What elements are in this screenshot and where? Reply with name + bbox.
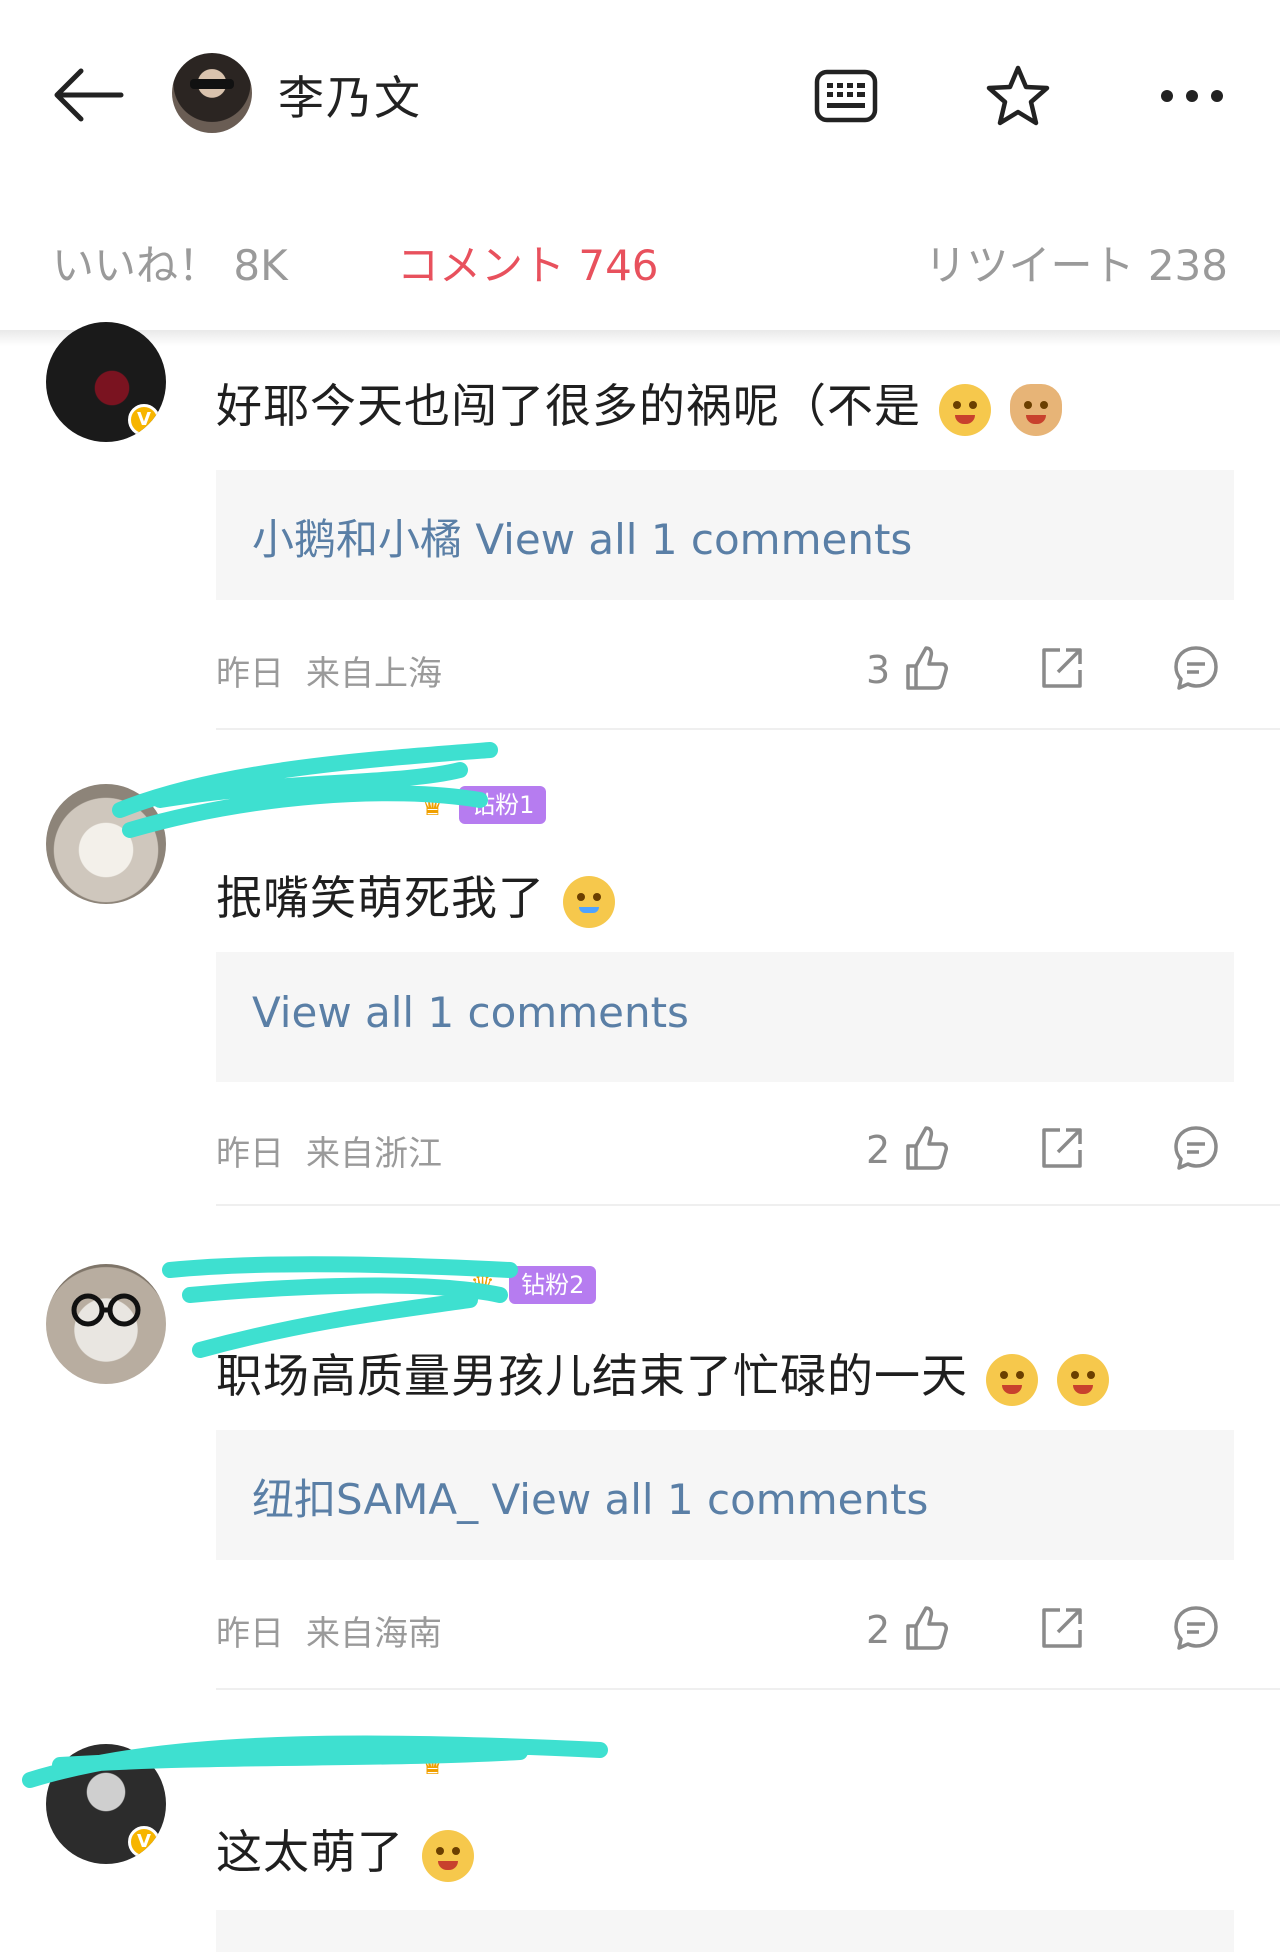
tab-divider (0, 330, 1280, 346)
verified-icon: V (128, 404, 160, 436)
share-button[interactable] (1032, 1118, 1092, 1178)
tab-likes[interactable]: いいね！ 8K (52, 232, 288, 293)
share-icon (1042, 1608, 1082, 1648)
reply-author[interactable]: 纽扣SAMA_ (252, 1475, 478, 1524)
comment-icon (1174, 646, 1218, 690)
location: 来自浙江 (306, 1134, 442, 1174)
avatar[interactable] (172, 53, 252, 133)
reply-button[interactable] (1166, 638, 1226, 698)
smirk-emoji-icon (985, 1353, 1038, 1406)
location: 来自海南 (306, 1614, 442, 1654)
tab-reposts[interactable]: リツイート 238 (924, 232, 1228, 293)
comment-meta: 昨日 来自浙江 (216, 1126, 442, 1175)
reply-author[interactable]: 小鹅和小橘 (252, 515, 462, 564)
verified-icon: V (128, 1826, 160, 1858)
timestamp: 昨日 (216, 1614, 284, 1654)
like-count: 2 (866, 1128, 891, 1172)
reply-preview[interactable]: 纽扣SAMA_ View all 1 comments (216, 1430, 1234, 1560)
comment-icon (1174, 1126, 1218, 1170)
page-title: 李乃文 (278, 71, 422, 125)
share-button[interactable] (1032, 638, 1092, 698)
comment-text: 好耶今天也闯了很多的祸呢（不是 (216, 370, 1064, 436)
location: 来自上海 (306, 654, 442, 694)
view-replies-link[interactable]: View all 1 comments (252, 988, 689, 1037)
comment-text: 这太萌了 (216, 1816, 476, 1882)
thumbs-up-icon (906, 646, 948, 690)
dog-emoji-icon (1010, 383, 1063, 436)
more-button[interactable] (1152, 56, 1232, 136)
reply-preview[interactable] (216, 1910, 1234, 1952)
crown-icon: ♛ (420, 788, 446, 822)
comment-actions: 2 (860, 1118, 1240, 1178)
comment-actions: 2 (860, 1598, 1240, 1658)
comment-meta: 昨日 来自上海 (216, 646, 442, 695)
laughing-emoji-icon (938, 383, 991, 436)
share-button[interactable] (1032, 1598, 1092, 1658)
reply-preview[interactable]: 小鹅和小橘 View all 1 comments (216, 470, 1234, 600)
divider (216, 1688, 1280, 1690)
comment-actions: 3 (860, 638, 1240, 698)
avatar[interactable] (46, 1264, 166, 1384)
star-icon (986, 65, 1050, 126)
keyboard-button[interactable] (806, 56, 886, 136)
top-bar: 李乃文 (0, 0, 1280, 190)
reply-button[interactable] (1166, 1118, 1226, 1178)
glasses-icon (71, 1293, 141, 1327)
view-replies-link[interactable]: View all 1 comments (492, 1475, 929, 1524)
divider (216, 728, 1280, 730)
more-icon (1161, 90, 1223, 102)
tab-bar: いいね！ 8K コメント 746 リツイート 238 (0, 232, 1280, 302)
reply-button[interactable] (1166, 1598, 1226, 1658)
reply-preview[interactable]: View all 1 comments (216, 952, 1234, 1082)
fan-badge: 钻粉1 (459, 786, 547, 824)
share-icon (1042, 1128, 1082, 1168)
username-row: ♛ 钻粉2 (216, 1266, 597, 1310)
like-button[interactable] (896, 1118, 956, 1178)
avatar[interactable]: V (46, 322, 166, 442)
thinking-emoji-icon (1057, 1353, 1110, 1406)
back-arrow-icon (54, 68, 124, 122)
avatar[interactable]: V (46, 1744, 166, 1864)
avatar[interactable] (46, 784, 166, 904)
blushing-emoji-icon (421, 1829, 474, 1882)
comment-icon (1174, 1606, 1218, 1650)
like-count: 2 (866, 1608, 891, 1652)
timestamp: 昨日 (216, 1134, 284, 1174)
crown-icon: ♛ (420, 1748, 446, 1781)
keyboard-icon (814, 69, 878, 123)
back-button[interactable] (48, 60, 128, 130)
thumbs-up-icon (906, 1126, 948, 1170)
comment-text: 抿嘴笑萌死我了 (216, 862, 617, 928)
thumbs-up-icon (906, 1606, 948, 1650)
like-button[interactable] (896, 638, 956, 698)
comment-text: 职场高质量男孩儿结束了忙碌的一天 (216, 1340, 1111, 1406)
crown-icon: ♛ (470, 1268, 496, 1302)
favorite-button[interactable] (978, 56, 1058, 136)
username-row: ♛ 钻粉1 (216, 786, 547, 830)
share-icon (1042, 648, 1082, 688)
tab-comments[interactable]: コメント 746 (397, 232, 659, 293)
fan-badge: 钻粉2 (509, 1266, 597, 1304)
username-row: ♛ (216, 1746, 445, 1790)
crying-emoji-icon (562, 875, 615, 928)
like-button[interactable] (896, 1598, 956, 1658)
like-count: 3 (866, 648, 891, 692)
view-replies-link[interactable]: View all 1 comments (475, 515, 912, 564)
divider (216, 1204, 1280, 1206)
comment-meta: 昨日 来自海南 (216, 1606, 442, 1655)
timestamp: 昨日 (216, 654, 284, 694)
